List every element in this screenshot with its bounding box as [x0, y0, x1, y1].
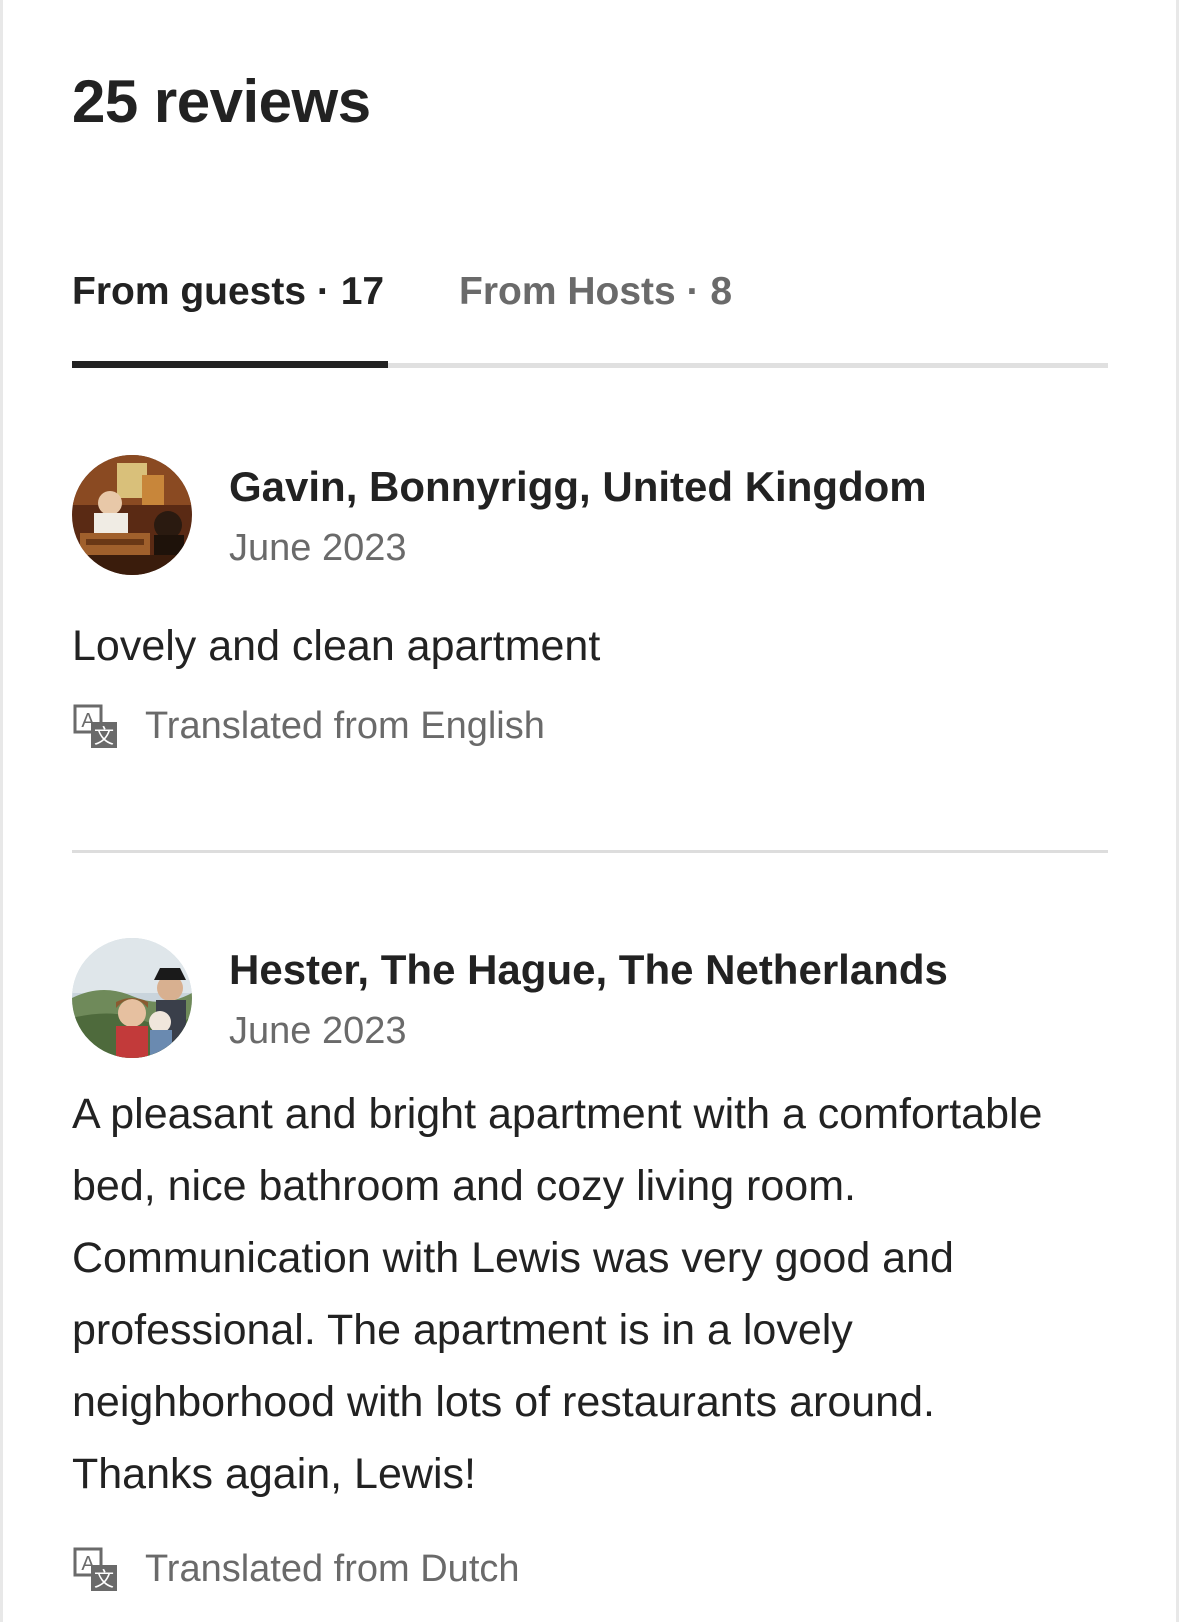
page-edge-left	[0, 0, 3, 1622]
svg-text:文: 文	[94, 724, 114, 748]
avatar-photo-icon	[72, 455, 192, 575]
avatar-photo-icon	[72, 938, 192, 1058]
reviewer-name[interactable]: Hester, The Hague, The Netherlands	[229, 942, 948, 998]
translate-icon: A 文	[73, 704, 117, 748]
translation-label[interactable]: Translated from Dutch	[145, 1544, 520, 1594]
translate-icon: A 文	[73, 1547, 117, 1591]
active-tab-indicator	[72, 361, 388, 368]
review-item: Hester, The Hague, The Netherlands June …	[72, 938, 1108, 1598]
svg-text:文: 文	[94, 1567, 114, 1591]
review-item: Gavin, Bonnyrigg, United Kingdom June 20…	[72, 455, 1108, 755]
avatar[interactable]	[72, 938, 192, 1058]
tab-from-guests[interactable]: From guests · 17	[72, 262, 384, 322]
review-date: June 2023	[229, 1010, 407, 1052]
review-text: A pleasant and bright apartment with a c…	[72, 1090, 1043, 1498]
review-divider	[72, 850, 1108, 853]
page-title: 25 reviews	[72, 68, 371, 135]
review-tabs: From guests · 17 From Hosts · 8	[72, 262, 1108, 372]
reviewer-name[interactable]: Gavin, Bonnyrigg, United Kingdom	[229, 459, 927, 515]
review-text: Lovely and clean apartment	[72, 622, 601, 670]
tab-from-hosts[interactable]: From Hosts · 8	[459, 262, 732, 322]
translation-label[interactable]: Translated from English	[145, 701, 545, 751]
review-date: June 2023	[229, 527, 407, 569]
avatar[interactable]	[72, 455, 192, 575]
